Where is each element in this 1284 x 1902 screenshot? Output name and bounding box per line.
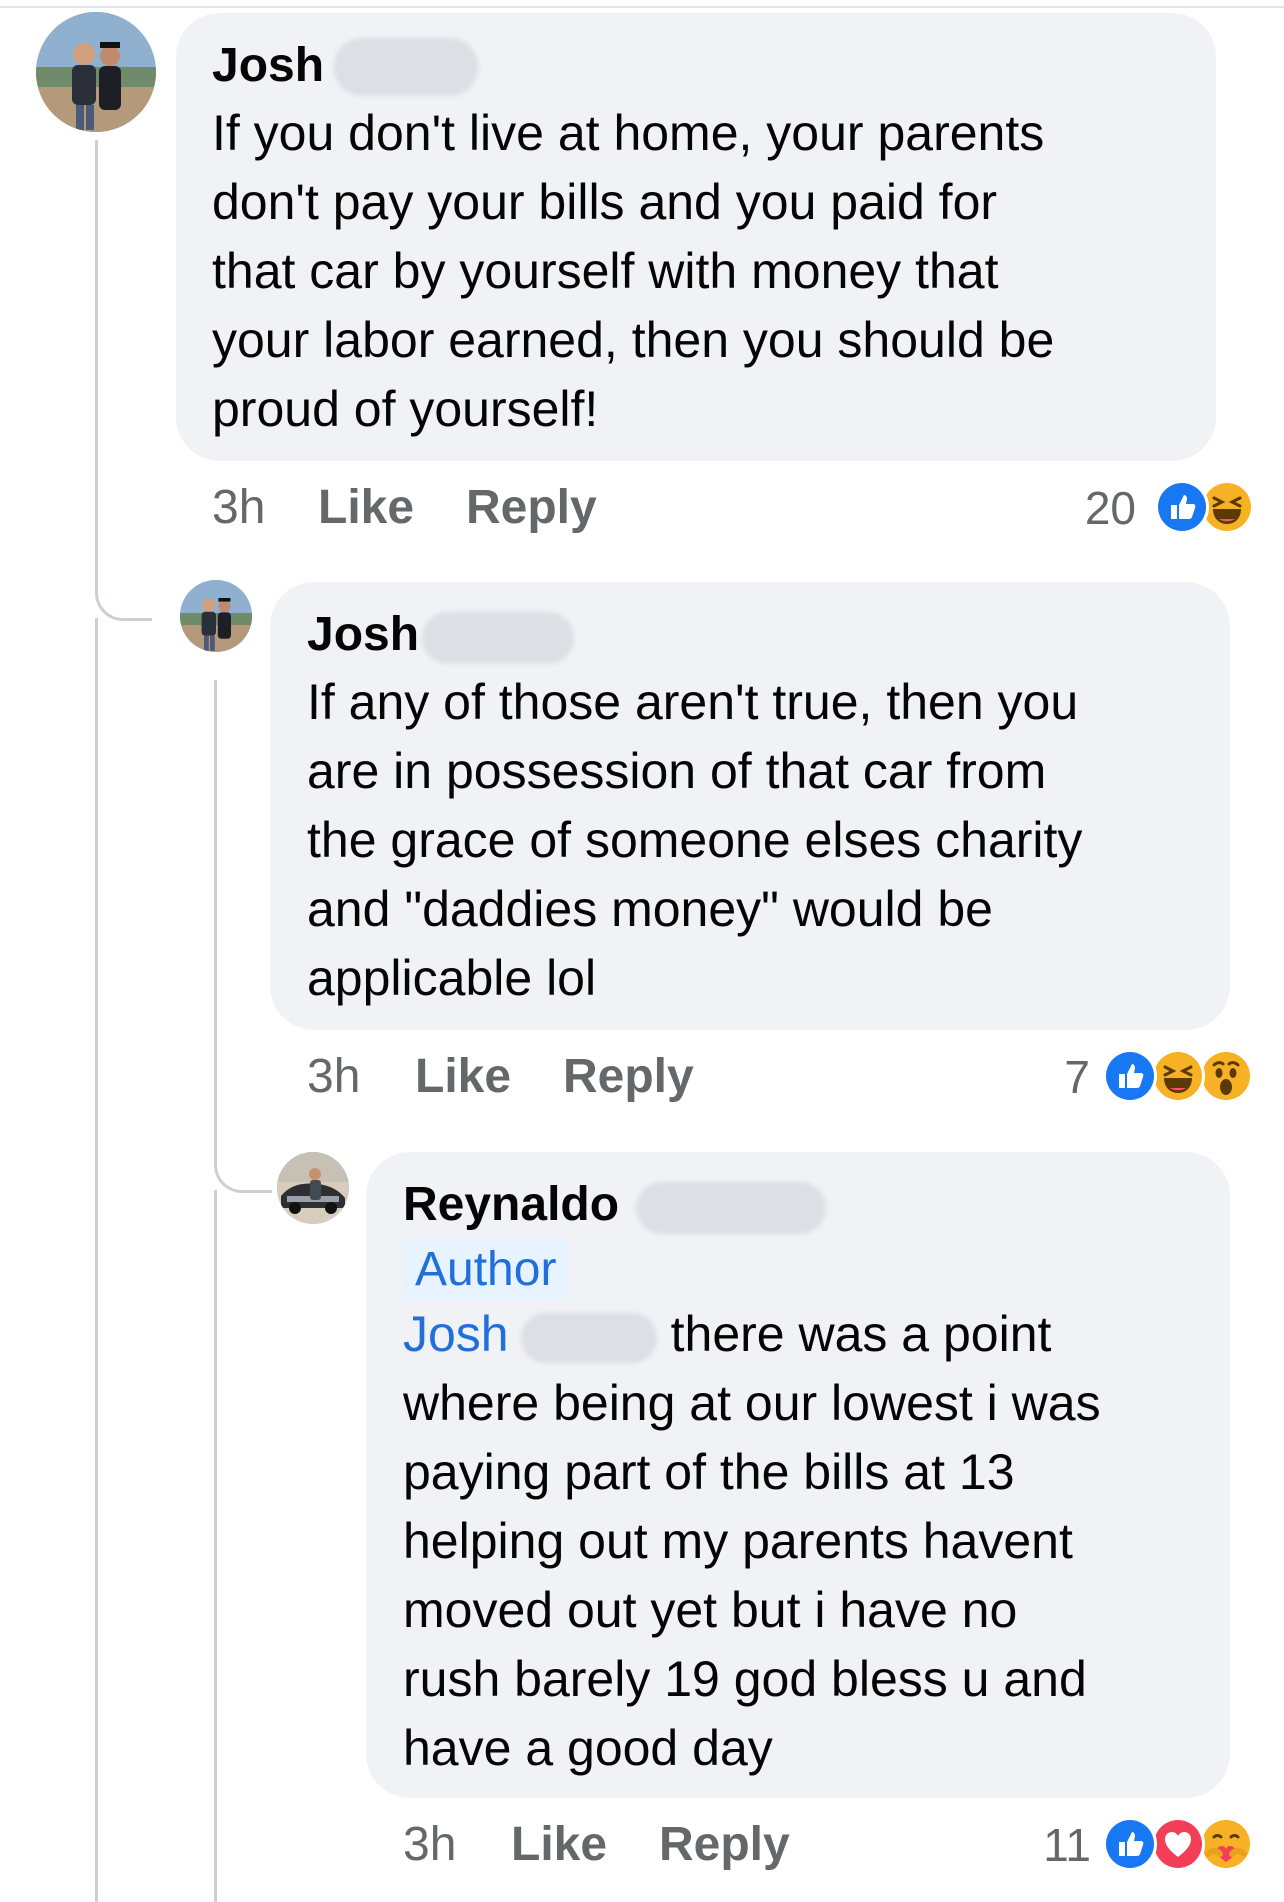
comment-line: where being at our lowest i was <box>403 1375 1101 1431</box>
reaction-count[interactable]: 7 <box>1064 1049 1090 1105</box>
redacted-surname <box>334 38 478 96</box>
timestamp[interactable]: 3h <box>403 1817 456 1873</box>
reaction-count[interactable]: 20 <box>1085 480 1136 536</box>
like-button[interactable]: Like <box>318 480 414 536</box>
comment-line: If you don't live at home, your parents <box>212 105 1045 161</box>
avatar[interactable] <box>277 1152 349 1224</box>
redacted-surname <box>422 612 574 664</box>
comment-line: helping out my parents havent <box>403 1513 1073 1569</box>
comment-line: Josh there was a point <box>403 1300 1051 1369</box>
commenter-name[interactable]: Reynaldo <box>403 1177 619 1233</box>
like-icon[interactable] <box>1103 1049 1157 1103</box>
comment-line: the grace of someone elses charity <box>307 812 1083 868</box>
comment-line: have a good day <box>403 1720 773 1776</box>
thread-line-1 <box>95 140 152 621</box>
haha-icon[interactable] <box>1151 1049 1205 1103</box>
comment-line: If any of those aren't true, then you <box>307 674 1079 730</box>
profile-photo <box>277 1152 349 1224</box>
comment-line: that car by yourself with money that <box>212 243 999 299</box>
comment-line: and "daddies money" would be <box>307 881 993 937</box>
profile-photo <box>36 12 156 132</box>
avatar[interactable] <box>36 12 156 132</box>
reply-button[interactable]: Reply <box>466 480 597 536</box>
like-button[interactable]: Like <box>511 1817 607 1873</box>
comment-line: don't pay your bills and you paid for <box>212 174 998 230</box>
top-divider <box>0 6 1284 8</box>
mention-link[interactable]: Josh <box>403 1306 509 1362</box>
thread-line-3 <box>214 680 272 1193</box>
avatar[interactable] <box>180 580 252 652</box>
reply-button[interactable]: Reply <box>659 1817 790 1873</box>
comment-line: paying part of the bills at 13 <box>403 1444 1015 1500</box>
reply-button[interactable]: Reply <box>563 1049 694 1105</box>
timestamp[interactable]: 3h <box>212 480 265 536</box>
thread-line-4 <box>214 1190 217 1902</box>
comment-line: applicable lol <box>307 950 597 1006</box>
wow-icon[interactable] <box>1199 1049 1253 1103</box>
like-icon[interactable] <box>1155 480 1209 534</box>
commenter-name[interactable]: Josh <box>212 38 324 94</box>
commenter-name[interactable]: Josh <box>307 607 419 663</box>
like-button[interactable]: Like <box>415 1049 511 1105</box>
redacted-mention <box>520 1312 657 1363</box>
comment-line-rest: there was a point <box>670 1306 1052 1362</box>
thread-line-2 <box>95 618 98 1902</box>
reaction-count[interactable]: 11 <box>1043 1817 1091 1873</box>
comment-line: proud of yourself! <box>212 381 599 437</box>
author-badge: Author <box>403 1240 569 1300</box>
like-icon[interactable] <box>1103 1817 1157 1871</box>
comment-line: moved out yet but i have no <box>403 1582 1018 1638</box>
comment-line: your labor earned, then you should be <box>212 312 1055 368</box>
love-icon[interactable] <box>1151 1817 1205 1871</box>
timestamp[interactable]: 3h <box>307 1049 360 1105</box>
care-icon[interactable] <box>1199 1817 1253 1871</box>
comment-line: are in possession of that car from <box>307 743 1047 799</box>
profile-photo <box>180 580 252 652</box>
redacted-surname <box>636 1182 826 1234</box>
comment-line: rush barely 19 god bless u and <box>403 1651 1087 1707</box>
